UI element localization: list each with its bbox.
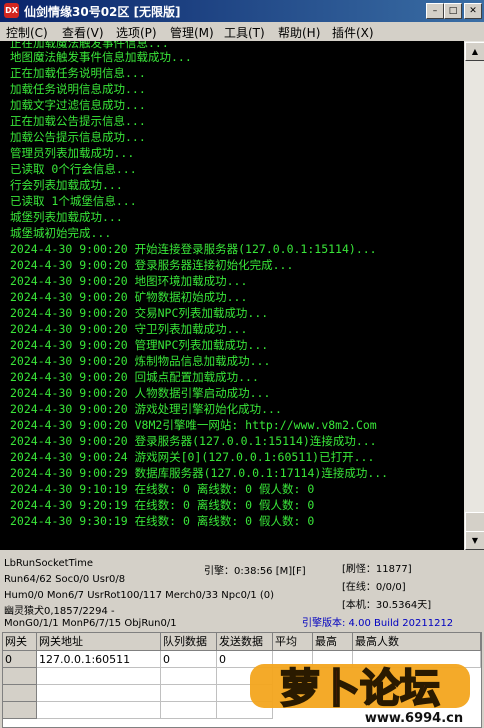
- menu-manage[interactable]: 管理(M): [170, 24, 214, 41]
- log-line: 2024-4-30 9:00:20 游戏处理引擎初始化成功...: [10, 402, 282, 416]
- menu-plugins[interactable]: 插件(X): [332, 24, 374, 41]
- menu-bar: 控制(C) 查看(V) 选项(P) 管理(M) 工具(T) 帮助(H) 插件(X…: [0, 22, 484, 41]
- log-line: 2024-4-30 9:00:20 人物数据引擎启动成功...: [10, 386, 271, 400]
- log-line: 2024-4-30 9:00:20 矿物数据初始成功...: [10, 290, 248, 304]
- log-line: 正在加载任务说明信息...: [10, 66, 146, 80]
- table-row-index: 0: [3, 651, 37, 668]
- title-bar[interactable]: DX 仙剑情缘30号02区 [无限版] – □ ✕: [0, 0, 484, 22]
- menu-control[interactable]: 控制(C): [6, 24, 48, 41]
- watermark-url: www.6994.cn: [365, 711, 463, 726]
- log-line: 2024-4-30 9:00:20 交易NPC列表加载成功...: [10, 306, 269, 320]
- ghost-stats: 幽灵猿犬0,1857/2294 -: [4, 606, 115, 617]
- log-line: 2024-4-30 9:00:20 登录服务器(127.0.0.1:15114)…: [10, 434, 377, 448]
- col-header-queue[interactable]: 队列数据: [161, 633, 217, 651]
- log-line: 加载任务说明信息成功...: [10, 82, 146, 96]
- engine-uptime: 引擎：0:38:56 [M][F]: [204, 566, 306, 577]
- log-line: 2024-4-30 9:00:20 开始连接登录服务器(127.0.0.1:15…: [10, 242, 377, 256]
- minimize-button[interactable]: –: [426, 3, 444, 19]
- log-line: 2024-4-30 9:00:20 登录服务器连接初始化完成...: [10, 258, 294, 272]
- log-line: 地图魔法触发事件信息加载成功...: [10, 50, 192, 64]
- refresh-monster-count: [刷怪：11877]: [342, 564, 412, 575]
- monster-stats: MonG0/1/1 MonP6/7/15 ObjRun0/1: [4, 618, 177, 629]
- table-cell-empty[interactable]: [37, 685, 161, 702]
- menu-tools[interactable]: 工具(T): [224, 24, 265, 41]
- table-row-index: [3, 668, 37, 685]
- log-line: 加载文字过滤信息成功...: [10, 98, 146, 112]
- hum-stats: Hum0/0 Mon6/7 UsrRot100/117 Merch0/33 Np…: [4, 590, 275, 601]
- table-cell-empty[interactable]: [161, 702, 217, 719]
- log-line: 2024-4-30 9:00:20 守卫列表加载成功...: [10, 322, 248, 336]
- table-cell-empty[interactable]: [161, 685, 217, 702]
- status-panel: LbRunSocketTime Run64/62 Soc0/0 Usr0/8 引…: [0, 552, 484, 630]
- close-button[interactable]: ✕: [464, 3, 482, 19]
- log-line: 正在加载公告提示信息...: [10, 114, 146, 128]
- table-row-index: [3, 702, 37, 719]
- menu-help[interactable]: 帮助(H): [278, 24, 320, 41]
- machine-uptime: [本机：30.5364天]: [342, 600, 432, 611]
- log-line: 2024-4-30 9:20:19 在线数: 0 离线数: 0 假人数: 0: [10, 498, 315, 512]
- maximize-button[interactable]: □: [444, 3, 462, 19]
- log-line: 已读取 0个行会信息...: [10, 162, 137, 176]
- log-line: 2024-4-30 9:00:20 炼制物品信息加载成功...: [10, 354, 271, 368]
- log-line: 2024-4-30 9:30:19 在线数: 0 离线数: 0 假人数: 0: [10, 514, 315, 528]
- socket-time-label: LbRunSocketTime: [4, 558, 94, 569]
- log-line: 2024-4-30 9:10:19 在线数: 0 离线数: 0 假人数: 0: [10, 482, 315, 496]
- log-line: 2024-4-30 9:00:20 地图环境加载成功...: [10, 274, 248, 288]
- col-header-gateway[interactable]: 网关: [3, 633, 37, 651]
- table-row-index: [3, 685, 37, 702]
- engine-version: 引擎版本: 4.00 Build 20211212: [302, 618, 454, 629]
- log-line: 2024-4-30 9:00:20 回城点配置加载成功...: [10, 370, 259, 384]
- run-stats: Run64/62 Soc0/0 Usr0/8: [4, 574, 126, 585]
- log-line: 2024-4-30 9:00:24 游戏网关[0](127.0.0.1:6051…: [10, 450, 375, 464]
- menu-view[interactable]: 查看(V): [62, 24, 104, 41]
- scroll-thumb[interactable]: [465, 512, 484, 532]
- online-count: [在线：0/0/0]: [342, 582, 406, 593]
- window-title: 仙剑情缘30号02区 [无限版]: [24, 5, 181, 19]
- log-line: 2024-4-30 9:00:20 V8M2引擎唯一网站: http://www…: [10, 418, 377, 432]
- log-line: 2024-4-30 9:00:29 数据库服务器(127.0.0.1:17114…: [10, 466, 389, 480]
- log-line: 行会列表加载成功...: [10, 178, 123, 192]
- col-header-address[interactable]: 网关地址: [37, 633, 161, 651]
- scroll-down-icon[interactable]: ▼: [465, 531, 484, 550]
- forum-watermark-logo: 萝卜论坛 www.6994.cn: [250, 664, 470, 726]
- log-line: 2024-4-30 9:00:20 管理NPC列表加载成功...: [10, 338, 269, 352]
- log-line: 城堡列表加载成功...: [10, 210, 123, 224]
- table-cell-queue[interactable]: 0: [161, 651, 217, 668]
- table-cell-empty[interactable]: [37, 668, 161, 685]
- log-scrollbar[interactable]: ▲ ▼: [464, 41, 484, 550]
- log-line: 加载公告提示信息成功...: [10, 130, 146, 144]
- log-line: 管理员列表加载成功...: [10, 146, 135, 160]
- app-icon: DX: [4, 3, 19, 18]
- scroll-up-icon[interactable]: ▲: [465, 42, 484, 61]
- server-log[interactable]: 正在加载魔法触发事件信息... 地图魔法触发事件信息加载成功... 正在加载任务…: [0, 41, 464, 550]
- table-cell-address[interactable]: 127.0.0.1:60511: [37, 651, 161, 668]
- log-line: 已读取 1个城堡信息...: [10, 194, 137, 208]
- table-cell-empty[interactable]: [37, 702, 161, 719]
- watermark-title: 萝卜论坛: [280, 666, 440, 712]
- log-line: 城堡城初始完成...: [10, 226, 112, 240]
- menu-options[interactable]: 选项(P): [116, 24, 157, 41]
- table-cell-empty[interactable]: [161, 668, 217, 685]
